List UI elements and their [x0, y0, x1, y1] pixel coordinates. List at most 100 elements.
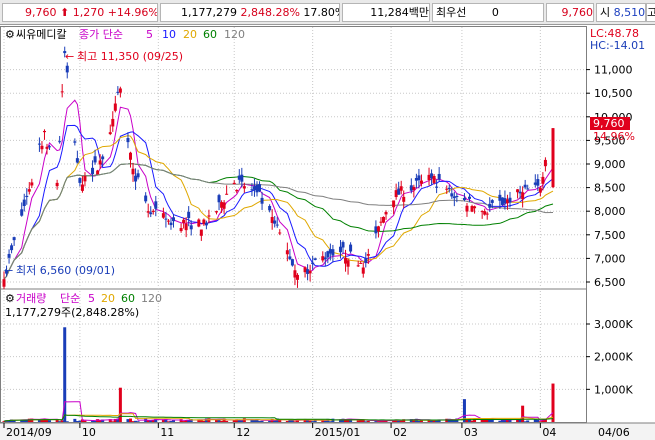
candle-body[interactable] — [331, 249, 335, 256]
volume-bar[interactable] — [65, 421, 69, 422]
candle-body[interactable] — [313, 258, 317, 260]
candle-body[interactable] — [96, 170, 100, 175]
candle-body[interactable] — [113, 103, 117, 111]
candle-body[interactable] — [536, 179, 540, 186]
candle-body[interactable] — [25, 195, 29, 198]
candle-body[interactable] — [204, 222, 208, 226]
candle-body[interactable] — [217, 195, 221, 203]
candle-body[interactable] — [364, 258, 368, 264]
candle-body[interactable] — [526, 188, 530, 190]
candle-body[interactable] — [419, 180, 423, 184]
candle-body[interactable] — [30, 182, 34, 186]
candle-body[interactable] — [40, 145, 44, 150]
candle-body[interactable] — [273, 220, 277, 224]
candle-body[interactable] — [240, 174, 244, 182]
candle-body[interactable] — [402, 196, 406, 202]
candle-body[interactable] — [128, 152, 132, 160]
candle-body[interactable] — [285, 250, 289, 255]
candle-body[interactable] — [144, 195, 148, 202]
candle-body[interactable] — [27, 189, 31, 192]
candle-body[interactable] — [197, 219, 201, 227]
candle-body[interactable] — [80, 184, 84, 191]
candle-body[interactable] — [349, 244, 353, 252]
candle-body[interactable] — [2, 279, 6, 287]
candle-body[interactable] — [392, 200, 396, 208]
candle-body[interactable] — [437, 173, 441, 180]
candle-body[interactable] — [538, 188, 542, 193]
candle-body[interactable] — [338, 246, 342, 253]
candle-body[interactable] — [551, 128, 555, 188]
candle-body[interactable] — [93, 156, 97, 163]
candle-body[interactable] — [126, 138, 130, 143]
volume-bar[interactable] — [48, 420, 52, 422]
candle-body[interactable] — [136, 173, 140, 178]
candle-body[interactable] — [465, 205, 469, 212]
candle-body[interactable] — [83, 176, 87, 182]
candle-body[interactable] — [455, 196, 459, 198]
candle-body[interactable] — [20, 209, 24, 216]
candle-body[interactable] — [179, 228, 183, 232]
volume-bar[interactable] — [526, 420, 530, 422]
volume-bar[interactable] — [225, 420, 229, 422]
candle-body[interactable] — [435, 186, 439, 188]
candle-body[interactable] — [346, 260, 350, 267]
candle-body[interactable] — [381, 216, 385, 223]
candle-body[interactable] — [199, 229, 203, 236]
candle-body[interactable] — [7, 253, 11, 258]
candle-body[interactable] — [361, 267, 365, 274]
candle-body[interactable] — [78, 178, 82, 183]
candle-body[interactable] — [384, 212, 388, 215]
volume-bar[interactable] — [83, 420, 87, 422]
candle-body[interactable] — [91, 167, 95, 175]
candle-body[interactable] — [311, 262, 315, 264]
candle-body[interactable] — [73, 141, 77, 143]
candle-body[interactable] — [65, 65, 69, 73]
candle-body[interactable] — [523, 184, 527, 188]
candle-body[interactable] — [42, 130, 46, 133]
candle-body[interactable] — [58, 141, 62, 143]
candle-body[interactable] — [166, 220, 170, 222]
candle-body[interactable] — [468, 196, 472, 199]
candle-body[interactable] — [359, 262, 363, 264]
candle-body[interactable] — [366, 254, 370, 256]
volume-bar[interactable] — [551, 383, 555, 422]
candle-body[interactable] — [108, 132, 112, 135]
volume-bar[interactable] — [419, 420, 423, 422]
candle-body[interactable] — [258, 184, 262, 192]
candle-body[interactable] — [55, 182, 59, 187]
candle-body[interactable] — [60, 91, 64, 93]
candle-body[interactable] — [169, 222, 173, 226]
candle-body[interactable] — [521, 192, 525, 200]
candle-body[interactable] — [207, 215, 211, 217]
candle-body[interactable] — [288, 256, 292, 260]
candle-body[interactable] — [399, 186, 403, 191]
candle-body[interactable] — [184, 223, 188, 231]
candle-body[interactable] — [235, 189, 239, 192]
candle-body[interactable] — [118, 88, 122, 93]
candle-body[interactable] — [131, 168, 135, 175]
candle-body[interactable] — [22, 199, 26, 207]
candle-body[interactable] — [412, 186, 416, 190]
candle-body[interactable] — [260, 197, 264, 204]
candle-body[interactable] — [462, 197, 466, 200]
settings-icon[interactable]: ⚙ — [5, 28, 15, 41]
candle-body[interactable] — [417, 175, 421, 181]
volume-bar[interactable] — [260, 420, 264, 422]
candle-body[interactable] — [10, 245, 14, 251]
candle-body[interactable] — [341, 242, 345, 248]
candle-body[interactable] — [290, 259, 294, 266]
candle-body[interactable] — [278, 232, 282, 234]
candle-body[interactable] — [473, 206, 477, 209]
candle-body[interactable] — [98, 160, 102, 165]
volume-bar[interactable] — [366, 420, 370, 422]
candle-body[interactable] — [149, 212, 153, 215]
candle-body[interactable] — [225, 193, 229, 195]
candle-body[interactable] — [215, 211, 219, 213]
candle-body[interactable] — [182, 219, 186, 223]
candle-body[interactable] — [447, 188, 451, 190]
candle-body[interactable] — [12, 237, 16, 241]
candle-body[interactable] — [450, 193, 454, 197]
candle-body[interactable] — [101, 156, 105, 160]
candle-body[interactable] — [488, 203, 492, 208]
candle-body[interactable] — [323, 257, 327, 260]
